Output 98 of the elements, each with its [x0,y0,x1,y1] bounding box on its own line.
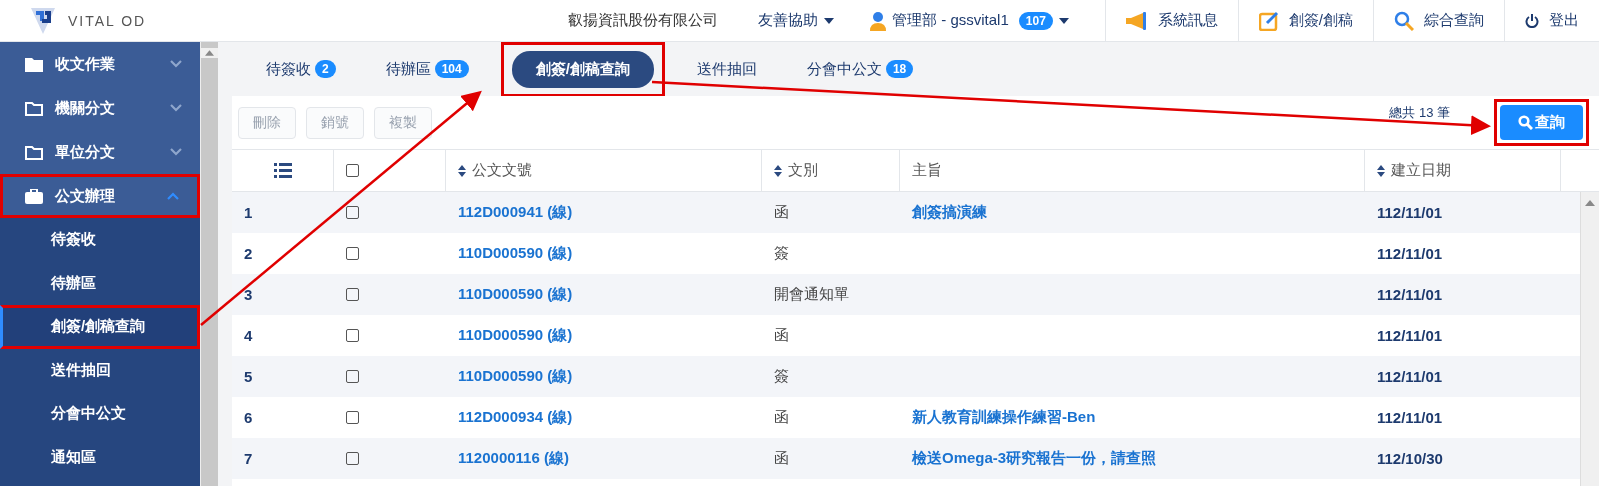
document-link[interactable]: 110D000590 (線) [458,285,573,304]
checkbox[interactable] [346,206,359,219]
sidebar-subitem[interactable]: 分會中公文 [0,392,200,436]
sidebar-item[interactable]: 機關分文 [0,86,200,130]
folder-icon [25,56,43,72]
scrollbar[interactable] [1580,192,1599,486]
checkbox[interactable] [346,247,359,260]
row-number: 4 [243,326,254,346]
document-link[interactable]: 112D000941 (線) [458,203,573,222]
briefcase-icon [25,188,43,204]
count-badge: 104 [434,60,469,78]
sort-icon [1377,164,1385,177]
table-cell-text: 112/11/01 [1376,285,1444,305]
document-link[interactable]: 112D000934 (線) [458,408,573,427]
caret-icon [1058,17,1069,24]
document-link[interactable]: 110D000590 (線) [458,326,573,345]
row-number: 2 [243,244,254,264]
tab[interactable]: 待簽收 2 [248,52,354,86]
column-title: 公文文號 [472,161,532,180]
subject-link[interactable]: 創簽搞演練 [912,203,987,222]
header-link[interactable]: 系統訊息 [1104,0,1238,41]
list-icon [273,163,292,178]
checkbox[interactable] [346,164,359,177]
table-cell-text: 112/11/01 [1376,367,1444,387]
column-title: 文別 [788,161,818,180]
header-link[interactable]: 綜合查詢 [1373,0,1504,41]
checkbox[interactable] [346,288,359,301]
logo-text: VITAL OD [68,12,147,29]
checkbox[interactable] [346,329,359,342]
table-cell-text: 112/11/01 [1376,203,1444,223]
user-menu[interactable]: 管理部 - gssvital1 107 [870,10,1069,31]
row-number: 7 [243,449,254,469]
table-cell-text: 簽 [773,243,790,263]
sidebar-item[interactable]: 公文辦理 [0,174,200,218]
folder-icon [25,100,43,116]
folder-icon [25,144,43,160]
tab[interactable]: 待辦區 104 [367,52,487,86]
table-cell-text: 函 [773,202,790,222]
table-cell-text: 112/10/30 [1376,449,1444,469]
document-link[interactable]: 1120000116 (線) [458,449,569,468]
sidebar-subitem[interactable]: 送件抽回 [0,348,200,392]
scrollbar[interactable] [200,42,218,486]
sidebar-subitem[interactable]: 待辦區 [0,261,200,305]
caret-icon [824,17,835,24]
company-name: 叡揚資訊股份有限公司 [568,11,719,30]
chevron-down-icon [170,60,182,68]
search-icon [1518,115,1533,130]
chevron-down-icon [170,148,182,156]
column-title: 主旨 [912,161,942,180]
sidebar-subitem[interactable]: 創簽/創稿查詢 [0,305,200,349]
column-title: 建立日期 [1391,161,1451,180]
checkbox[interactable] [346,452,359,465]
power-icon [1525,13,1539,28]
sort-icon [774,164,782,177]
table-cell-text: 函 [773,325,790,345]
count-badge: 107 [1018,11,1053,30]
sidebar-subitem[interactable]: 通知區 [0,435,200,479]
checkbox[interactable] [346,411,359,424]
table-cell-text: 開會通知單 [773,284,850,304]
table-cell-text: 函 [773,448,790,468]
row-number: 6 [243,408,254,428]
table-cell-text: 112/11/01 [1376,244,1444,264]
table-cell-text: 簽 [773,366,790,386]
table-cell-text: 112/11/01 [1376,326,1444,346]
row-number: 3 [243,285,254,305]
megaphone-icon [1125,11,1148,30]
user-icon [870,10,887,31]
subject-link[interactable]: 新人教育訓練操作練習-Ben [912,408,1096,427]
scroll-up-icon [1585,200,1595,206]
column-header[interactable]: 建立日期 [1365,150,1561,191]
column-header[interactable]: 公文文號 [446,150,762,191]
header-link[interactable]: 創簽/創稿 [1237,0,1373,41]
search-icon [1394,10,1414,31]
help-menu[interactable]: 友善協助 [758,11,835,30]
checkbox[interactable] [346,370,359,383]
tab[interactable]: 創簽/創稿查詢 [511,50,654,88]
table-cell-text: 函 [773,407,790,427]
chevron-up-icon [167,192,179,200]
subject-link[interactable]: 檢送Omega-3研究報告一份，請查照 [912,449,1157,468]
column-header[interactable]: 文別 [762,150,900,191]
header-link[interactable]: 登出 [1504,0,1599,41]
sidebar-item[interactable]: 單位分文 [0,130,200,174]
sidebar-subitem[interactable]: 待簽收 [0,218,200,262]
count-badge: 18 [885,60,914,78]
sort-icon [458,164,466,177]
tab[interactable]: 送件抽回 [678,52,775,86]
tab[interactable]: 分會中公文 18 [788,52,932,86]
document-link[interactable]: 110D000590 (線) [458,367,573,386]
logo-icon [30,6,56,35]
table-cell-text: 112/11/01 [1376,408,1444,428]
chevron-down-icon [170,104,182,112]
sidebar-item[interactable]: 收文作業 [0,42,200,86]
total-count: 總共 13 筆 [1389,104,1450,122]
count-badge: 2 [315,60,336,78]
row-number: 5 [243,367,254,387]
edit-icon [1258,10,1279,31]
document-link[interactable]: 110D000590 (線) [458,244,573,263]
row-number: 1 [243,203,254,223]
